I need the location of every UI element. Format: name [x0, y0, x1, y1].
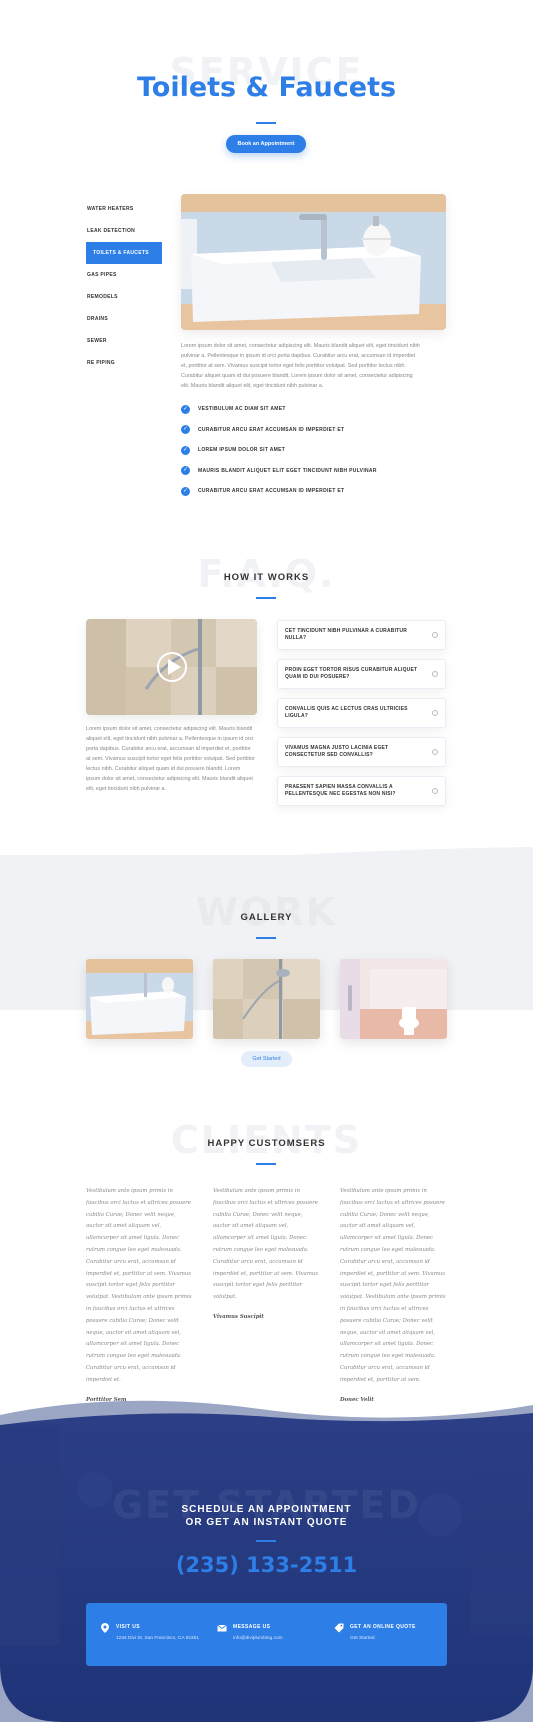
list-item: ✓ VESTIBULUM AC DIAM SIT AMET: [181, 399, 446, 420]
sidebar-item-remodels[interactable]: REMODELS: [86, 286, 162, 308]
sidebar-item-gas-pipes[interactable]: GAS PIPES: [86, 264, 162, 286]
get-started-link[interactable]: Get Started: [350, 1636, 375, 1641]
faq-item[interactable]: CET TINCIDUNT NIBH PULVINAR A CURABITUR …: [277, 620, 446, 650]
testimonials-divider: [256, 1163, 276, 1165]
checklist-label: LOREM IPSUM DOLOR SIT AMET: [198, 447, 286, 454]
check-circle-icon: ✓: [181, 466, 190, 476]
toggle-circle-icon: [432, 671, 438, 677]
how-it-works-title: HOW IT WORKS: [223, 572, 310, 583]
toggle-circle-icon: [432, 632, 438, 638]
testimonial: Vestibulum ante ipsum primis in faucibus…: [213, 1186, 319, 1324]
toggle-circle-icon: [432, 749, 438, 755]
footer-title-line1: SCHEDULE AN APPOINTMENT: [181, 1504, 352, 1515]
faq-question: CET TINCIDUNT NIBH PULVINAR A CURABITUR …: [285, 627, 408, 642]
contact-detail: 1234 Divi St. San Francisco, CA 92351: [116, 1636, 199, 1641]
page-title: Toilets & Faucets: [136, 72, 397, 103]
service-checklist: ✓ VESTIBULUM AC DIAM SIT AMET ✓ CURABITU…: [181, 399, 446, 502]
gallery-image-sink[interactable]: [86, 959, 193, 1039]
gallery-title: GALLERY: [240, 912, 293, 923]
toggle-circle-icon: [432, 788, 438, 794]
list-item: ✓ CURABITUR ARCU ERAT ACCUMSAN ID IMPERD…: [181, 481, 446, 502]
how-divider: [256, 597, 276, 599]
testimonial-text: Vestibulum ante ipsum primis in faucibus…: [340, 1188, 446, 1383]
gallery-image-bathroom[interactable]: [340, 959, 447, 1039]
contact-heading: VISIT US: [116, 1624, 141, 1630]
testimonials-title: HAPPY CUSTOMSERS: [207, 1138, 326, 1149]
video-player[interactable]: [86, 619, 257, 715]
list-item: ✓ MAURIS BLANDIT ALIQUET ELIT EGET TINCI…: [181, 461, 446, 482]
page: SERVICE Toilets & Faucets Book an Appoin…: [0, 0, 533, 1722]
faq-accordion: CET TINCIDUNT NIBH PULVINAR A CURABITUR …: [277, 620, 446, 815]
testimonial: Vestibulum ante ipsum primis in faucibus…: [340, 1186, 446, 1406]
footer-title: SCHEDULE AN APPOINTMENT OR GET AN INSTAN…: [0, 1503, 533, 1529]
check-circle-icon: ✓: [181, 425, 190, 435]
check-circle-icon: ✓: [181, 404, 190, 414]
testimonial-text: Vestibulum ante ipsum primis in faucibus…: [86, 1188, 192, 1383]
sidebar-item-toilets-faucets[interactable]: TOILETS & FAUCETS: [86, 242, 162, 264]
testimonial-text: Vestibulum ante ipsum primis in faucibus…: [213, 1188, 318, 1301]
checklist-label: CURABITUR ARCU ERAT ACCUMSAN ID IMPERDIE…: [198, 426, 345, 433]
sink-image: [181, 194, 446, 330]
checklist-label: MAURIS BLANDIT ALIQUET ELIT EGET TINCIDU…: [198, 467, 377, 474]
check-circle-icon: ✓: [181, 486, 190, 496]
faq-item[interactable]: PRAESENT SAPIEN MASSA CONVALLIS A PELLEN…: [277, 776, 446, 806]
sidebar-item-water-heaters[interactable]: WATER HEATERS: [86, 198, 162, 220]
list-item: ✓ CURABITUR ARCU ERAT ACCUMSAN ID IMPERD…: [181, 420, 446, 441]
contact-heading: GET AN ONLINE QUOTE: [350, 1624, 416, 1630]
get-started-button[interactable]: Get Started: [241, 1051, 292, 1067]
faq-item[interactable]: VIVAMUS MAGNA JUSTO LACINIA EGET CONSECT…: [277, 737, 446, 767]
faq-question: PROIN EGET TORTOR RISUS CURABITUR ALIQUE…: [285, 666, 418, 681]
toggle-circle-icon: [432, 710, 438, 716]
faq-item[interactable]: CONVALLIS QUIS AC LECTUS CRAS ULTRICIES …: [277, 698, 446, 728]
book-appointment-button[interactable]: Book an Appointment: [226, 135, 306, 153]
envelope-icon: [217, 1623, 227, 1633]
testimonial-author: Vivamus Suscipit: [213, 1313, 264, 1320]
footer-title-line2: OR GET AN INSTANT QUOTE: [185, 1517, 348, 1528]
gallery-image-shower[interactable]: [213, 959, 320, 1039]
faq-item[interactable]: PROIN EGET TORTOR RISUS CURABITUR ALIQUE…: [277, 659, 446, 689]
contact-info-box: VISIT US 1234 Divi St. San Francisco, CA…: [86, 1603, 447, 1666]
sidebar-item-sewer[interactable]: SEWER: [86, 330, 162, 352]
service-sidebar-menu: WATER HEATERS LEAK DETECTION TOILETS & F…: [86, 198, 162, 374]
checklist-label: VESTIBULUM AC DIAM SIT AMET: [198, 406, 286, 413]
service-description: Lorem ipsum dolor sit amet, consectetur …: [181, 343, 420, 389]
list-item: ✓ LOREM IPSUM DOLOR SIT AMET: [181, 440, 446, 461]
faq-question: CONVALLIS QUIS AC LECTUS CRAS ULTRICIES …: [285, 705, 408, 720]
check-circle-icon: ✓: [181, 445, 190, 455]
footer-divider: [256, 1540, 276, 1542]
tag-icon: [334, 1623, 344, 1633]
how-it-works-description: Lorem ipsum dolor sit amet, consectetur …: [86, 726, 255, 792]
testimonial: Vestibulum ante ipsum primis in faucibus…: [86, 1186, 192, 1406]
hero-section: SERVICE Toilets & Faucets Book an Appoin…: [0, 0, 533, 180]
contact-heading: MESSAGE US: [233, 1624, 271, 1630]
sidebar-item-re-piping[interactable]: RE PIPING: [86, 352, 162, 374]
map-pin-icon: [100, 1623, 110, 1633]
sidebar-item-leak-detection[interactable]: LEAK DETECTION: [86, 220, 162, 242]
email-link[interactable]: info@diviplumbing.com: [233, 1636, 283, 1641]
checklist-label: CURABITUR ARCU ERAT ACCUMSAN ID IMPERDIE…: [198, 488, 345, 495]
phone-number-link[interactable]: (235) 133-2511: [0, 1553, 533, 1577]
gallery-divider: [256, 937, 276, 939]
faq-question: PRAESENT SAPIEN MASSA CONVALLIS A PELLEN…: [285, 783, 396, 798]
faq-question: VIVAMUS MAGNA JUSTO LACINIA EGET CONSECT…: [285, 744, 389, 759]
hero-divider: [256, 122, 276, 124]
sidebar-item-drains[interactable]: DRAINS: [86, 308, 162, 330]
